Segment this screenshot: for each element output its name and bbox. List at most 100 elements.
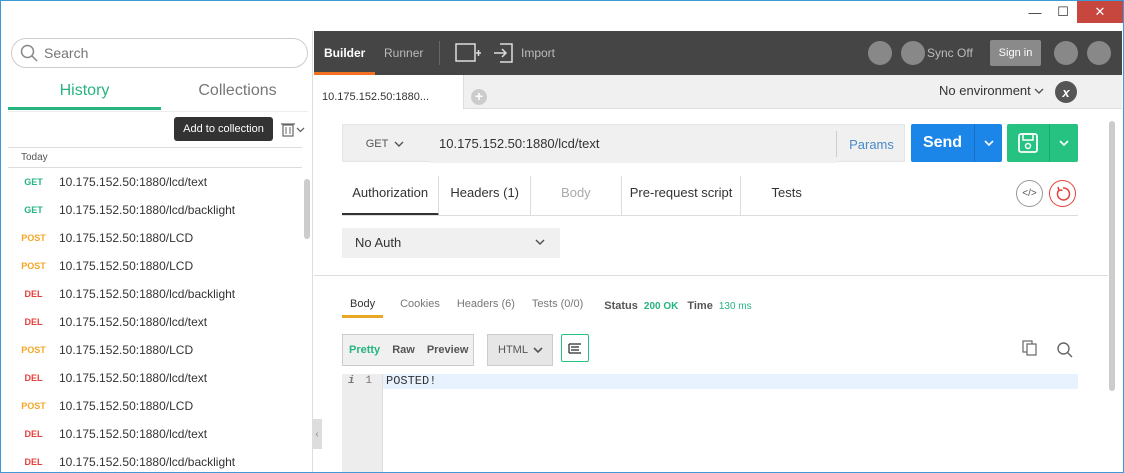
history-item-method: DEL: [24, 317, 43, 327]
history-item[interactable]: DEL 10.175.152.50:1880/lcd/backlight: [8, 280, 302, 308]
request-tab[interactable]: 10.175.152.50:1880...: [314, 75, 464, 109]
toolbar-separator: [439, 41, 440, 65]
import-icon[interactable]: [492, 41, 518, 65]
request-response-divider: [314, 275, 1108, 276]
tab-history[interactable]: History: [8, 77, 161, 110]
history-item[interactable]: POST 10.175.152.50:1880/LCD: [8, 392, 302, 420]
history-list: Today GET 10.175.152.50:1880/lcd/text GET 1…: [8, 147, 302, 472]
environment-label: No environment: [939, 83, 1031, 98]
history-item-url: 10.175.152.50:1880/lcd/text: [59, 427, 208, 441]
chevron-down-icon: [533, 347, 543, 354]
copy-icon[interactable]: [1022, 340, 1038, 356]
tab-tests[interactable]: Tests: [741, 176, 832, 216]
response-tabs: Body Cookies Headers (6) Tests (0/0) Sta…: [342, 294, 752, 318]
sync-icon[interactable]: [901, 41, 925, 65]
interceptor-icon[interactable]: [868, 41, 892, 65]
wrap-lines-button[interactable]: [561, 334, 589, 362]
options-divider: [342, 215, 1078, 216]
tab-response-headers[interactable]: Headers (6): [457, 294, 515, 318]
search-icon: [20, 44, 38, 62]
import-label[interactable]: Import: [521, 31, 555, 75]
history-item-url: 10.175.152.50:1880/lcd/text: [59, 315, 208, 329]
params-button[interactable]: Params: [836, 131, 906, 157]
chevron-down-icon: [1034, 88, 1044, 94]
url-bar: GET 10.175.152.50:1880/lcd/text Params: [342, 124, 906, 163]
history-item[interactable]: GET 10.175.152.50:1880/lcd/text: [8, 168, 302, 196]
title-bar: — ☐ ✕: [1, 1, 1123, 31]
method-label: GET: [365, 138, 389, 150]
tab-response-body[interactable]: Body: [342, 294, 384, 318]
environment-quick-look-icon[interactable]: x: [1055, 81, 1077, 103]
history-item-url: 10.175.152.50:1880/LCD: [59, 259, 194, 273]
history-item[interactable]: GET 10.175.152.50:1880/lcd/backlight: [8, 196, 302, 224]
auth-type-label: No Auth: [355, 235, 402, 250]
history-item-url: 10.175.152.50:1880/lcd/backlight: [59, 287, 236, 301]
history-item-method: GET: [24, 205, 43, 215]
heart-icon[interactable]: [1087, 41, 1111, 65]
save-button[interactable]: [1007, 124, 1049, 162]
history-item-url: 10.175.152.50:1880/lcd/text: [59, 175, 208, 189]
history-item-method: GET: [24, 177, 43, 187]
history-item[interactable]: DEL 10.175.152.50:1880/lcd/backlight: [8, 448, 302, 472]
line-gutter: i 1: [342, 374, 383, 472]
tab-body[interactable]: Body: [531, 176, 622, 216]
auth-type-select[interactable]: No Auth: [342, 228, 560, 258]
sidebar-toolbar: Add to collection: [8, 111, 308, 147]
chevron-down-icon: [296, 127, 305, 132]
app-window: — ☐ ✕ History Collections Add to collect…: [0, 0, 1124, 473]
environment-select[interactable]: No environment: [939, 83, 1044, 98]
search-input[interactable]: [44, 45, 284, 61]
close-button[interactable]: ✕: [1077, 1, 1123, 23]
main-scrollbar[interactable]: [1109, 121, 1115, 391]
minimize-button[interactable]: —: [1021, 1, 1049, 23]
chevron-down-icon: [1059, 140, 1069, 147]
history-item[interactable]: POST 10.175.152.50:1880/LCD: [8, 336, 302, 364]
settings-wrench-icon[interactable]: [1054, 41, 1078, 65]
new-window-icon[interactable]: [455, 41, 481, 65]
tab-runner[interactable]: Runner: [384, 31, 423, 75]
tab-response-cookies[interactable]: Cookies: [400, 294, 440, 318]
response-body-viewer[interactable]: i 1 POSTED!: [342, 374, 1078, 472]
send-button[interactable]: Send: [911, 124, 974, 162]
trash-menu-button[interactable]: [280, 118, 306, 140]
collapse-sidebar-handle[interactable]: ‹: [312, 419, 322, 449]
history-item[interactable]: POST 10.175.152.50:1880/LCD: [8, 252, 302, 280]
history-item-url: 10.175.152.50:1880/lcd/text: [59, 371, 208, 385]
add-tab-button[interactable]: +: [471, 89, 487, 105]
tab-headers[interactable]: Headers (1): [439, 176, 531, 216]
language-select[interactable]: HTML: [487, 334, 553, 366]
history-item-method: DEL: [24, 457, 43, 467]
search-icon[interactable]: [1056, 341, 1074, 359]
response-format-group: Pretty Raw Preview: [342, 334, 474, 366]
history-item[interactable]: DEL 10.175.152.50:1880/lcd/text: [8, 364, 302, 392]
sidebar: History Collections Add to collection To…: [2, 31, 313, 472]
history-item[interactable]: DEL 10.175.152.50:1880/lcd/text: [8, 308, 302, 336]
history-item-method: POST: [21, 401, 46, 411]
search-box[interactable]: [11, 38, 308, 68]
tab-collections[interactable]: Collections: [161, 77, 314, 110]
code-icon: </>: [1022, 188, 1037, 199]
generate-code-button[interactable]: </>: [1016, 180, 1043, 207]
reset-button[interactable]: [1049, 180, 1076, 207]
history-item-method: POST: [21, 345, 46, 355]
history-item-url: 10.175.152.50:1880/LCD: [59, 231, 194, 245]
send-dropdown-button[interactable]: [974, 124, 1002, 162]
tab-response-tests[interactable]: Tests (0/0): [532, 294, 583, 318]
add-to-collection-button[interactable]: Add to collection: [174, 117, 273, 141]
history-item[interactable]: DEL 10.175.152.50:1880/lcd/text: [8, 420, 302, 448]
tab-pre-request-script[interactable]: Pre-request script: [622, 176, 742, 216]
tab-authorization[interactable]: Authorization: [342, 176, 440, 216]
method-select[interactable]: GET: [343, 125, 429, 163]
save-dropdown-button[interactable]: [1049, 124, 1078, 162]
format-raw-button[interactable]: Raw: [386, 344, 421, 356]
sign-in-button[interactable]: Sign in: [990, 40, 1041, 66]
history-item[interactable]: POST 10.175.152.50:1880/LCD: [8, 224, 302, 252]
format-pretty-button[interactable]: Pretty: [343, 344, 386, 356]
format-preview-button[interactable]: Preview: [421, 344, 475, 356]
save-button-group: [1007, 124, 1078, 162]
url-input[interactable]: 10.175.152.50:1880/lcd/text: [429, 125, 837, 163]
sidebar-scrollbar[interactable]: [304, 179, 310, 239]
trash-icon: [281, 123, 295, 137]
maximize-button[interactable]: ☐: [1049, 1, 1077, 23]
tab-builder[interactable]: Builder: [313, 31, 376, 75]
